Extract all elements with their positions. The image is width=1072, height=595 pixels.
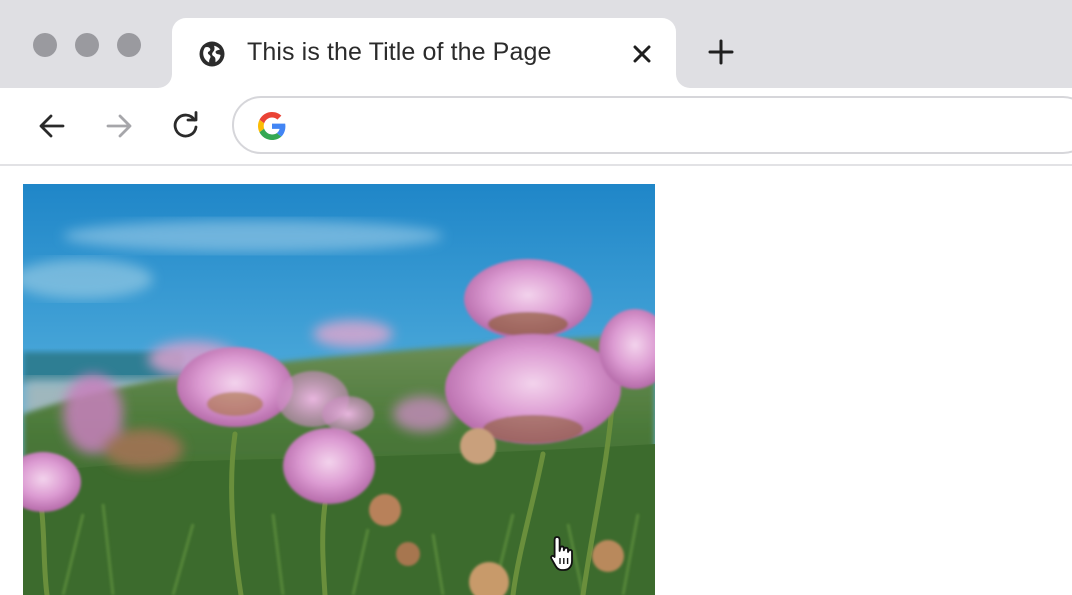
address-bar[interactable] — [232, 96, 1072, 154]
reload-icon[interactable] — [170, 110, 202, 142]
browser-tab[interactable]: This is the Title of the Page — [172, 18, 676, 88]
flower-photo — [23, 184, 655, 595]
url-input[interactable] — [298, 106, 1062, 146]
page-content — [0, 166, 1072, 595]
window-close-button[interactable] — [33, 33, 57, 57]
tab-strip: This is the Title of the Page — [0, 0, 1072, 88]
close-icon[interactable] — [628, 40, 656, 68]
arrow-right-icon[interactable] — [103, 110, 135, 142]
arrow-left-icon[interactable] — [36, 110, 68, 142]
tab-title: This is the Title of the Page — [247, 38, 552, 66]
browser-toolbar — [0, 88, 1072, 166]
plus-icon[interactable] — [706, 37, 736, 67]
google-icon — [258, 112, 286, 140]
globe-icon — [199, 41, 225, 67]
window-minimize-button[interactable] — [75, 33, 99, 57]
browser-window: This is the Title of the Page — [0, 0, 1072, 595]
window-maximize-button[interactable] — [117, 33, 141, 57]
